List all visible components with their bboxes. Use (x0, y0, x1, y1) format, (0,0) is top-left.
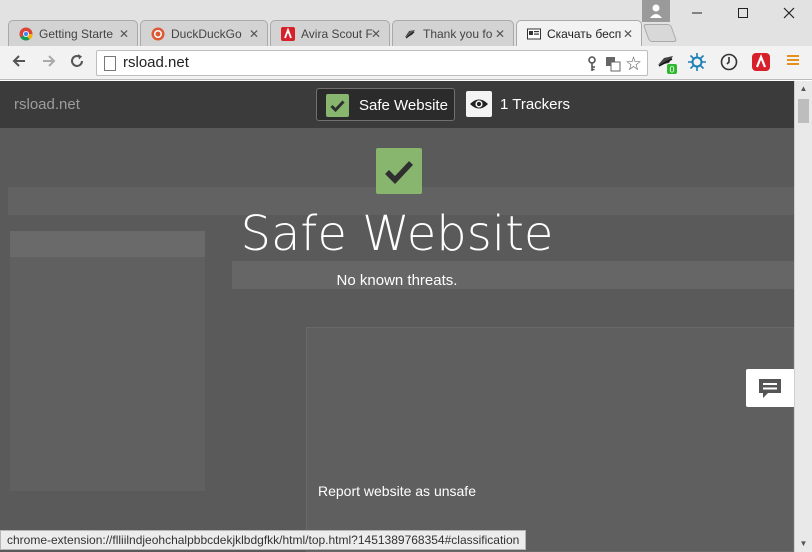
chat-bubble-icon (759, 379, 781, 398)
avira-icon (281, 27, 295, 41)
minimize-button[interactable] (674, 0, 720, 30)
page-icon (104, 56, 116, 71)
close-icon (783, 7, 795, 19)
scroll-down-icon[interactable]: ▼ (795, 536, 812, 552)
scrollbar-thumb[interactable] (798, 99, 809, 123)
hamburger-menu-icon (787, 55, 799, 65)
address-bar[interactable]: rsload.net ☆ (96, 50, 648, 76)
chrome-icon (19, 27, 33, 41)
tab-rsload[interactable]: Скачать бесп ✕ (516, 20, 642, 46)
arrow-right-icon (43, 55, 56, 67)
tab-getting-started[interactable]: Getting Starte ✕ (8, 20, 138, 46)
minimize-icon (692, 12, 702, 14)
tab-label: Thank you fo (423, 27, 493, 41)
timer-extension-button[interactable] (718, 52, 740, 74)
browser-toolbar: rsload.net ☆ 0 (0, 46, 812, 80)
tab-label: Скачать бесп (547, 27, 621, 41)
close-icon[interactable]: ✕ (495, 21, 505, 46)
bookmark-star-icon[interactable]: ☆ (625, 53, 642, 76)
clock-icon (720, 53, 738, 71)
key-icon[interactable] (585, 56, 599, 75)
ghostery-icon (405, 30, 415, 39)
url-text: rsload.net (123, 54, 189, 71)
tab-label: Avira Scout F (301, 27, 373, 41)
avira-extension-button[interactable] (750, 52, 772, 74)
profile-button[interactable] (642, 0, 670, 22)
bug-icon (688, 53, 706, 71)
feedback-button[interactable] (746, 369, 794, 407)
safe-website-label: Safe Website (359, 97, 448, 114)
maximize-button[interactable] (720, 0, 766, 30)
maximize-icon (738, 8, 748, 18)
safe-check-icon (376, 148, 422, 194)
vertical-scrollbar[interactable]: ▲ ▼ (794, 81, 812, 552)
scroll-up-icon[interactable]: ▲ (795, 81, 812, 97)
ghostery-badge: 0 (669, 65, 674, 75)
check-icon (326, 94, 349, 117)
back-button[interactable] (8, 52, 30, 74)
user-icon (650, 4, 662, 18)
overlay-top-bar: rsload.net Safe Website 1 Trackers (0, 81, 794, 128)
translate-icon[interactable] (605, 56, 621, 75)
close-window-button[interactable] (766, 0, 812, 30)
virus-scan-extension-button[interactable] (686, 52, 708, 74)
avira-icon (752, 53, 770, 71)
duckduckgo-icon (151, 27, 165, 41)
tab-strip: Getting Starte ✕ DuckDuckGo ✕ Avira Scou… (0, 0, 812, 46)
tab-thank-you[interactable]: Thank you fo ✕ (392, 20, 514, 46)
site-screenshot-panel (306, 327, 794, 552)
ghostery-icon: 0 (658, 56, 677, 75)
close-icon[interactable]: ✕ (371, 21, 381, 46)
verdict-subline: No known threats. (336, 272, 458, 289)
tab-label: DuckDuckGo (171, 27, 242, 41)
status-bubble: chrome-extension://flliilndjeohchalpbbcd… (0, 530, 527, 550)
site-sidebar (10, 231, 205, 491)
safe-website-pill[interactable]: Safe Website (316, 88, 455, 121)
trackers-count[interactable]: 1 Trackers (500, 81, 570, 128)
close-icon[interactable]: ✕ (623, 21, 633, 46)
tab-label: Getting Starte (39, 27, 113, 41)
close-icon[interactable]: ✕ (249, 21, 259, 46)
verdict-headline: Safe Website (240, 206, 554, 262)
tab-avira-scout[interactable]: Avira Scout F ✕ (270, 20, 390, 46)
tab-duckduckgo[interactable]: DuckDuckGo ✕ (140, 20, 268, 46)
eye-icon[interactable] (466, 91, 492, 117)
report-unsafe-link[interactable]: Report website as unsafe (318, 483, 476, 499)
chrome-menu-button[interactable] (782, 52, 804, 74)
reload-button[interactable] (66, 52, 88, 74)
rsload-icon (527, 28, 541, 40)
forward-button[interactable] (38, 52, 60, 74)
new-tab-button[interactable] (642, 24, 678, 42)
site-host: rsload.net (14, 96, 80, 113)
arrow-left-icon (12, 55, 25, 67)
reload-icon (71, 54, 83, 67)
close-icon[interactable]: ✕ (119, 21, 129, 46)
ghostery-extension-button[interactable]: 0 (656, 52, 678, 75)
